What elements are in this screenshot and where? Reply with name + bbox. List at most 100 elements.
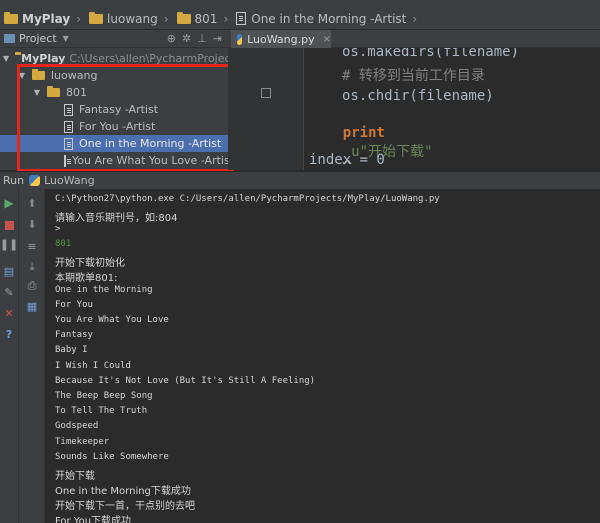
- console-line: Fantasy: [55, 330, 93, 340]
- wrap-icon[interactable]: ≡: [25, 239, 39, 253]
- console-output[interactable]: C:\Python27\python.exe C:/Users/allen/Py…: [45, 189, 600, 523]
- close-icon[interactable]: ×: [323, 34, 331, 45]
- breadcrumb: MyPlay › luowang › 801 › One in the Morn…: [0, 8, 600, 30]
- breadcrumb-subfolder-label: 801: [194, 11, 218, 26]
- fold-marker-icon[interactable]: [261, 88, 271, 98]
- tree-item-file[interactable]: For You -Artist: [0, 118, 228, 135]
- file-icon: [64, 137, 73, 150]
- project-panel-tools: ⊕ ✲ ⊥ ⇥: [167, 32, 228, 45]
- expand-arrow-icon[interactable]: ▼: [33, 88, 41, 97]
- sync-icon[interactable]: ⊕: [167, 32, 176, 45]
- tree-item-file-selected[interactable]: One in the Morning -Artist: [0, 135, 228, 152]
- project-panel-title: Project: [19, 32, 57, 45]
- console-line: To Tell The Truth: [55, 406, 148, 416]
- clear-icon[interactable]: ▦: [25, 299, 39, 313]
- console-line: >: [55, 224, 61, 234]
- project-icon: [4, 34, 15, 43]
- dump-threads-icon[interactable]: ▤: [2, 264, 16, 278]
- console-line: Sounds Like Somewhere: [55, 452, 169, 462]
- console-input-line: 801: [55, 239, 72, 249]
- file-icon: [64, 154, 71, 167]
- breadcrumb-subfolder[interactable]: 801 ›: [173, 8, 233, 30]
- expand-arrow-icon[interactable]: ▼: [3, 54, 9, 63]
- tree-item-file[interactable]: You Are What You Love -Artist: [0, 152, 228, 169]
- tree-item-path: C:\Users\allen\PycharmProjects\M: [69, 52, 228, 65]
- settings-icon[interactable]: ✲: [182, 32, 191, 45]
- file-icon: [236, 12, 247, 25]
- console-line: For You下载成功: [55, 516, 132, 523]
- tree-item-label: For You -Artist: [79, 120, 156, 133]
- arrow-up-icon[interactable]: ⬆: [25, 196, 39, 210]
- python-file-icon: [237, 33, 243, 45]
- project-view-selector[interactable]: Project ▼: [0, 32, 69, 45]
- code-line-comment: # 转移到当前工作目录: [342, 68, 485, 84]
- breadcrumb-project[interactable]: MyPlay ›: [0, 8, 85, 30]
- console-line: The Beep Beep Song: [55, 391, 153, 401]
- console-line: 开始下载: [55, 471, 95, 482]
- tab-luowang-py[interactable]: LuoWang.py ×: [231, 30, 331, 48]
- chevron-right-icon: ›: [163, 11, 169, 26]
- project-panel-header: Project ▼ ⊕ ✲ ⊥ ⇥: [0, 30, 228, 48]
- editor-gutter: [228, 48, 304, 170]
- breadcrumb-folder-label: luowang: [107, 11, 158, 26]
- file-icon: [64, 103, 73, 116]
- console-line: One in the Morning: [55, 285, 153, 295]
- run-panel-title: Run: [3, 174, 25, 187]
- tree-item-label: Fantasy -Artist: [79, 103, 159, 116]
- tree-item-file[interactable]: Fantasy -Artist: [0, 101, 228, 118]
- breadcrumb-file[interactable]: One in the Morning -Artist ›: [232, 8, 421, 30]
- collapse-icon[interactable]: ⊥: [197, 32, 207, 45]
- code-editor[interactable]: os.makedirs(filename) # 转移到当前工作目录 os.chd…: [305, 48, 600, 170]
- keyword-print: print: [342, 125, 385, 141]
- console-line: Godspeed: [55, 421, 99, 431]
- tree-item-luowang[interactable]: ▼ luowang: [0, 67, 228, 84]
- tree-item-myplay[interactable]: ▼ MyPlay C:\Users\allen\PycharmProjects\…: [0, 50, 228, 67]
- close-icon[interactable]: ✕: [2, 306, 16, 320]
- tree-item-801[interactable]: ▼ 801: [0, 84, 228, 101]
- tree-item-label: You Are What You Love -Artist: [72, 154, 228, 167]
- console-line: Because It's Not Love (But It's Still A …: [55, 376, 316, 386]
- console-line: For You: [55, 300, 93, 310]
- console-line: Baby I: [55, 345, 88, 355]
- tree-item-label: One in the Morning -Artist: [79, 137, 222, 150]
- print-icon[interactable]: ⎙: [25, 279, 39, 293]
- console-line: One in the Morning下载成功: [55, 486, 191, 497]
- tree-item-label: MyPlay: [21, 52, 66, 65]
- editor-tab-bar: LuoWang.py ×: [228, 30, 600, 48]
- breadcrumb-file-label: One in the Morning -Artist: [251, 11, 407, 26]
- folder-icon: [32, 69, 45, 80]
- folder-icon: [4, 11, 18, 24]
- run-panel-header: Run LuoWang: [0, 171, 600, 189]
- scroll-end-icon[interactable]: ⤓: [25, 260, 39, 274]
- console-line: 开始下载下一首，干点别的去吧: [55, 501, 195, 512]
- console-line: Timekeeper: [55, 437, 110, 447]
- console-line: I Wish I Could: [55, 361, 131, 371]
- stop-icon[interactable]: [2, 218, 16, 232]
- run-toolbar-secondary: ⬆ ⬇ ≡ ⤓ ⎙ ▦: [19, 189, 45, 523]
- breadcrumb-project-label: MyPlay: [22, 11, 71, 26]
- run-icon[interactable]: ▶: [2, 196, 16, 210]
- tree-item-label: 801: [66, 86, 87, 99]
- chevron-down-icon: ▼: [62, 34, 69, 43]
- file-icon: [64, 120, 73, 133]
- console-line: 本期歌单801:: [55, 273, 118, 284]
- console-line: 开始下载初始化: [55, 258, 125, 269]
- python-run-config-icon: [29, 175, 41, 186]
- arrow-down-icon[interactable]: ⬇: [25, 217, 39, 231]
- code-line: index = 0: [309, 152, 385, 168]
- expand-arrow-icon[interactable]: ▼: [18, 71, 26, 80]
- breadcrumb-folder[interactable]: luowang ›: [85, 8, 172, 30]
- tree-item-label: luowang: [51, 69, 98, 82]
- run-config-name[interactable]: LuoWang: [44, 174, 95, 187]
- console-line: 请输入音乐期刊号，如:804: [55, 213, 178, 224]
- code-line: os.chdir(filename): [342, 88, 494, 104]
- hide-icon[interactable]: ⇥: [213, 32, 222, 45]
- project-tree: ▼ MyPlay C:\Users\allen\PycharmProjects\…: [0, 48, 228, 170]
- chevron-right-icon: ›: [76, 11, 82, 26]
- console-line: You Are What You Love: [55, 315, 169, 325]
- pin-icon[interactable]: ✎: [2, 285, 16, 299]
- chevron-right-icon: ›: [223, 11, 229, 26]
- pause-icon[interactable]: ❚❚: [0, 237, 18, 251]
- code-line: os.makedirs(filename): [342, 48, 520, 60]
- help-icon[interactable]: ?: [2, 327, 16, 341]
